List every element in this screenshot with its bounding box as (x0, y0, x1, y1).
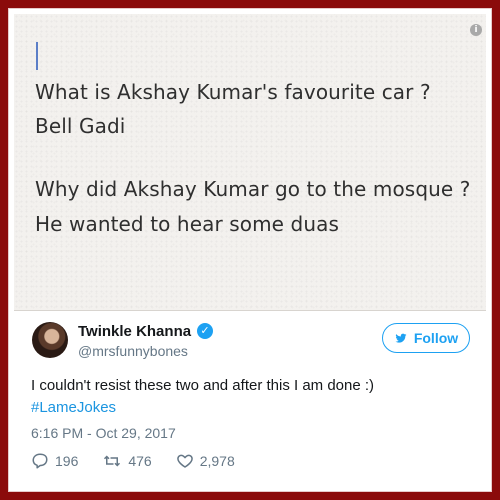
reply-count: 196 (55, 453, 79, 469)
retweet-action[interactable]: 476 (102, 452, 152, 470)
retweet-count: 476 (128, 453, 152, 469)
tweet-body: I couldn't resist these two and after th… (31, 377, 375, 394)
joke-question-2: Why did Akshay Kumar go to the mosque ? (35, 177, 471, 201)
follow-button-label: Follow (413, 330, 459, 346)
tweet-text-block: I couldn't resist these two and after th… (31, 375, 374, 419)
text-cursor (36, 42, 38, 70)
notes-screenshot: i What is Akshay Kumar's favourite car ?… (14, 14, 486, 311)
joke-answer-2: He wanted to hear some duas (35, 212, 339, 236)
tweet-card: Twinkle Khanna ✓ @mrsfunnybones Follow I… (14, 312, 486, 482)
retweet-icon (104, 455, 121, 467)
verified-badge-icon: ✓ (197, 323, 213, 339)
joke-question-1: What is Akshay Kumar's favourite car ? (35, 80, 431, 104)
twitter-bird-icon (395, 333, 407, 343)
author-handle[interactable]: @mrsfunnybones (78, 343, 188, 359)
heart-icon (176, 454, 193, 468)
info-icon[interactable]: i (470, 24, 482, 36)
like-action[interactable]: 2,978 (176, 452, 235, 470)
reply-icon (32, 453, 48, 469)
reply-action[interactable]: 196 (31, 452, 78, 470)
follow-button[interactable]: Follow (382, 323, 470, 353)
like-count: 2,978 (199, 453, 235, 469)
hashtag-link[interactable]: #LameJokes (31, 397, 374, 419)
tweet-actions: 196 476 2,978 (31, 452, 235, 470)
tweet-timestamp[interactable]: 6:16 PM - Oct 29, 2017 (31, 425, 176, 441)
avatar[interactable] (32, 322, 68, 358)
author-name[interactable]: Twinkle Khanna (78, 323, 191, 340)
joke-answer-1: Bell Gadi (35, 114, 126, 138)
